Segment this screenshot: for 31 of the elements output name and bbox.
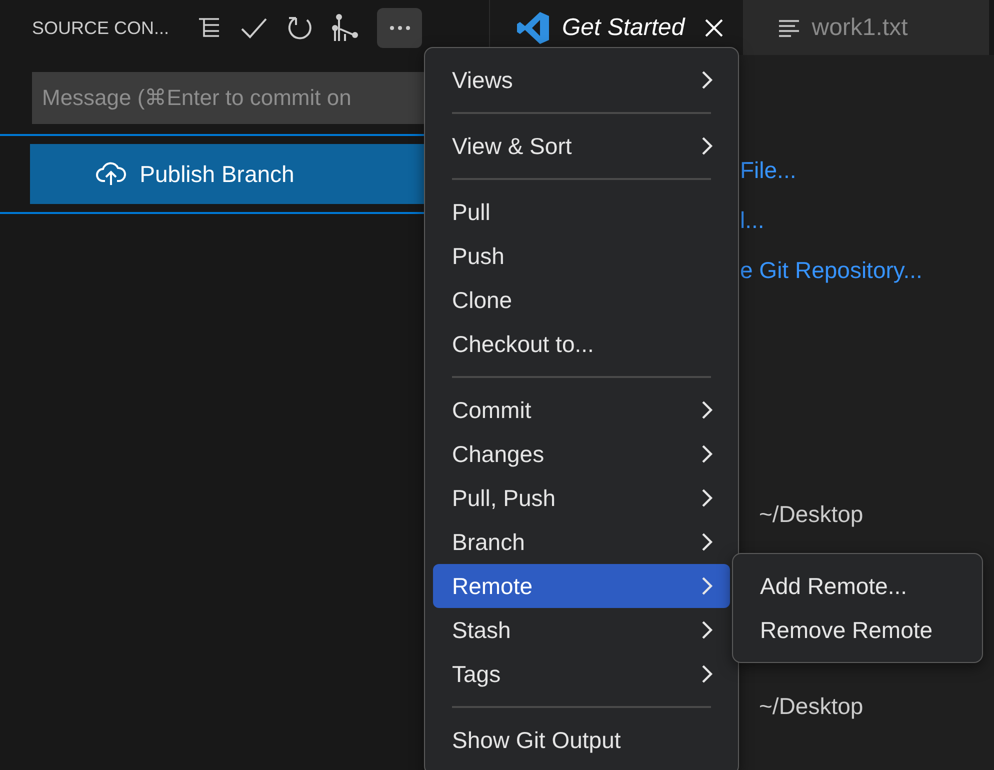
menu-item[interactable]: Branch — [433, 520, 730, 564]
menu-item[interactable]: Pull, Push — [433, 476, 730, 520]
menu-item[interactable]: Push — [433, 234, 730, 278]
menu-item[interactable]: Checkout to... — [433, 322, 730, 366]
more-actions-button[interactable] — [377, 8, 422, 48]
menu-item[interactable]: Add Remote... — [741, 564, 974, 608]
recent-folder-path[interactable]: ~/Desktop — [759, 499, 864, 529]
menu-item[interactable]: Tags — [433, 652, 730, 696]
logo-icon — [516, 10, 550, 44]
cloud-upload-icon — [96, 161, 126, 187]
text-lines-icon — [778, 18, 800, 36]
menu-item[interactable]: Remote — [433, 564, 730, 608]
recent-folder-path[interactable]: ~/Desktop — [759, 691, 864, 721]
refresh-icon — [287, 15, 314, 41]
menu-item[interactable]: Show Git Output — [433, 718, 730, 762]
panel-title: SOURCE CON... — [32, 18, 170, 38]
close-tab-button[interactable] — [704, 18, 723, 36]
editor-tab[interactable]: work1.txt — [744, 0, 989, 55]
link[interactable]: e Git Repository... — [740, 255, 922, 305]
menu-item[interactable]: Commit — [433, 388, 730, 432]
link[interactable]: File... — [740, 155, 796, 205]
menu-item[interactable]: Clone — [433, 278, 730, 322]
ellipsis-icon — [388, 25, 411, 31]
menu-item[interactable]: Remove Remote — [741, 608, 974, 652]
menu-item[interactable]: Stash — [433, 608, 730, 652]
branch-graph-icon — [332, 14, 358, 42]
list-tree-icon — [197, 16, 222, 40]
close-icon — [704, 18, 723, 36]
check-icon — [240, 16, 268, 40]
menu-item[interactable]: Changes — [433, 432, 730, 476]
link[interactable]: l... — [740, 205, 764, 255]
